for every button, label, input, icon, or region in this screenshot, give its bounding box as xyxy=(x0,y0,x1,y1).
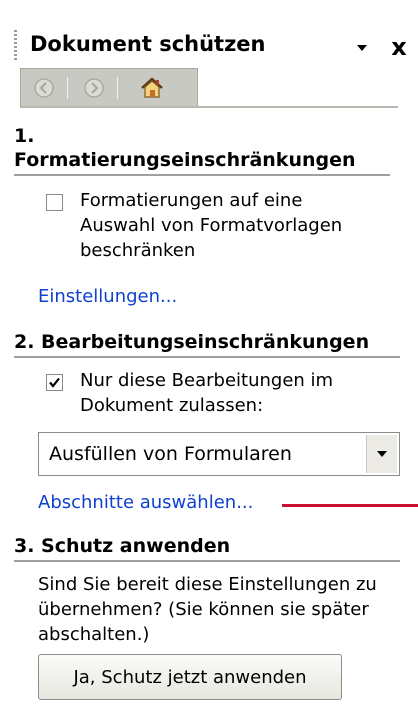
label-line: Nur diese Bearbeitungen im xyxy=(80,370,334,391)
nav-separator xyxy=(67,77,68,99)
task-pane-titlebar: Dokument schützen x xyxy=(0,24,418,64)
label-line: Formatierungen auf eine xyxy=(80,190,303,211)
back-arrow-icon[interactable] xyxy=(29,74,59,102)
section3-divider xyxy=(14,560,400,562)
checkmark-icon xyxy=(49,377,60,388)
editing-restriction-label: Nur diese Bearbeitungen im Dokument zula… xyxy=(80,368,333,418)
label-line: beschränken xyxy=(80,240,196,261)
apply-protection-button[interactable]: Ja, Schutz jetzt anwenden xyxy=(38,654,342,700)
forward-arrow-icon[interactable] xyxy=(79,74,109,102)
section3-heading: 3. Schutz anwenden xyxy=(14,535,231,557)
select-sections-link[interactable]: Abschnitte auswählen... xyxy=(38,492,253,513)
chevron-down-icon[interactable] xyxy=(366,435,397,473)
label-line: Auswahl von Formatvorlagen xyxy=(80,215,343,236)
description-line: Sind Sie bereit diese Einstellungen zu xyxy=(38,574,377,595)
apply-protection-description: Sind Sie bereit diese Einstellungen zu ü… xyxy=(38,572,408,647)
section1-heading-number: 1. xyxy=(14,125,35,147)
annotation-line xyxy=(282,504,418,507)
drag-grip[interactable] xyxy=(14,30,17,62)
close-icon[interactable]: x xyxy=(386,34,412,60)
description-line: übernehmen? (Sie können sie später xyxy=(38,599,369,620)
formatting-restriction-label: Formatierungen auf eine Auswahl von Form… xyxy=(80,188,342,263)
settings-link[interactable]: Einstellungen... xyxy=(38,286,177,307)
pane-menu-dropdown-icon[interactable] xyxy=(352,38,372,58)
section2-heading: 2. Bearbeitungseinschränkungen xyxy=(14,331,370,353)
nav-bar-divider xyxy=(20,106,398,108)
section1-divider xyxy=(14,174,390,176)
navigation-bar xyxy=(20,68,198,107)
editing-restriction-checkbox[interactable] xyxy=(46,374,63,391)
description-line: abschalten.) xyxy=(38,624,150,645)
pane-title: Dokument schützen xyxy=(30,32,266,56)
editing-type-select[interactable]: Ausfüllen von Formularen xyxy=(38,432,400,476)
task-pane: Dokument schützen x 1. Formatierungseins… xyxy=(0,0,418,715)
section2-divider xyxy=(14,356,400,358)
section1-heading: Formatierungseinschränkungen xyxy=(14,149,356,171)
nav-separator xyxy=(117,77,118,99)
formatting-restriction-checkbox[interactable] xyxy=(46,194,63,211)
label-line: Dokument zulassen: xyxy=(80,395,264,416)
editing-type-value: Ausfüllen von Formularen xyxy=(49,443,292,465)
home-icon[interactable] xyxy=(137,74,167,102)
